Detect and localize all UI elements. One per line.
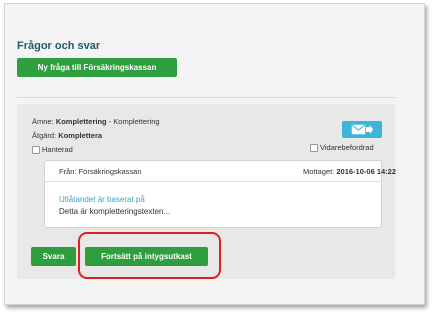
action-label: Åtgärd:: [32, 131, 57, 140]
received-value: 2016-10-06 14:22: [336, 167, 397, 176]
message-link[interactable]: Utlåtandet är baserat på: [59, 195, 145, 204]
envelope-forward-icon: [351, 124, 373, 135]
message-received: Mottaget: 2016-10-06 14:22: [303, 167, 396, 176]
received-label: Mottaget:: [303, 167, 335, 176]
new-question-button[interactable]: Ny fråga till Försäkringskassan: [17, 58, 177, 77]
forwarded-checkbox[interactable]: [310, 144, 318, 152]
handled-checkbox[interactable]: [32, 146, 40, 154]
highlight-annotation: [78, 232, 221, 279]
message-card: Från: Försäkringskassan Mottaget: 2016-1…: [44, 160, 396, 228]
action-row: Åtgärd: Komplettera: [32, 131, 102, 140]
message-from: Från: Försäkringskassan: [59, 167, 142, 176]
reply-button[interactable]: Svara: [31, 247, 76, 266]
forwarded-label: Vidarebefordrad: [320, 143, 374, 152]
subject-row: Ämne: Komplettering - Komplettering: [32, 117, 160, 126]
subject-value: Komplettering: [55, 117, 107, 126]
message-body: Detta är kompletteringstexten...: [59, 207, 171, 216]
page-title: Frågor och svar: [17, 40, 101, 52]
message-separator: [45, 181, 381, 182]
forward-button[interactable]: [342, 121, 382, 138]
subject-label: Ämne:: [32, 117, 54, 126]
section-divider: [17, 97, 395, 98]
handled-label: Hanterad: [42, 145, 73, 154]
action-value: Komplettera: [58, 131, 103, 140]
subject-sub: - Komplettering: [108, 117, 160, 126]
